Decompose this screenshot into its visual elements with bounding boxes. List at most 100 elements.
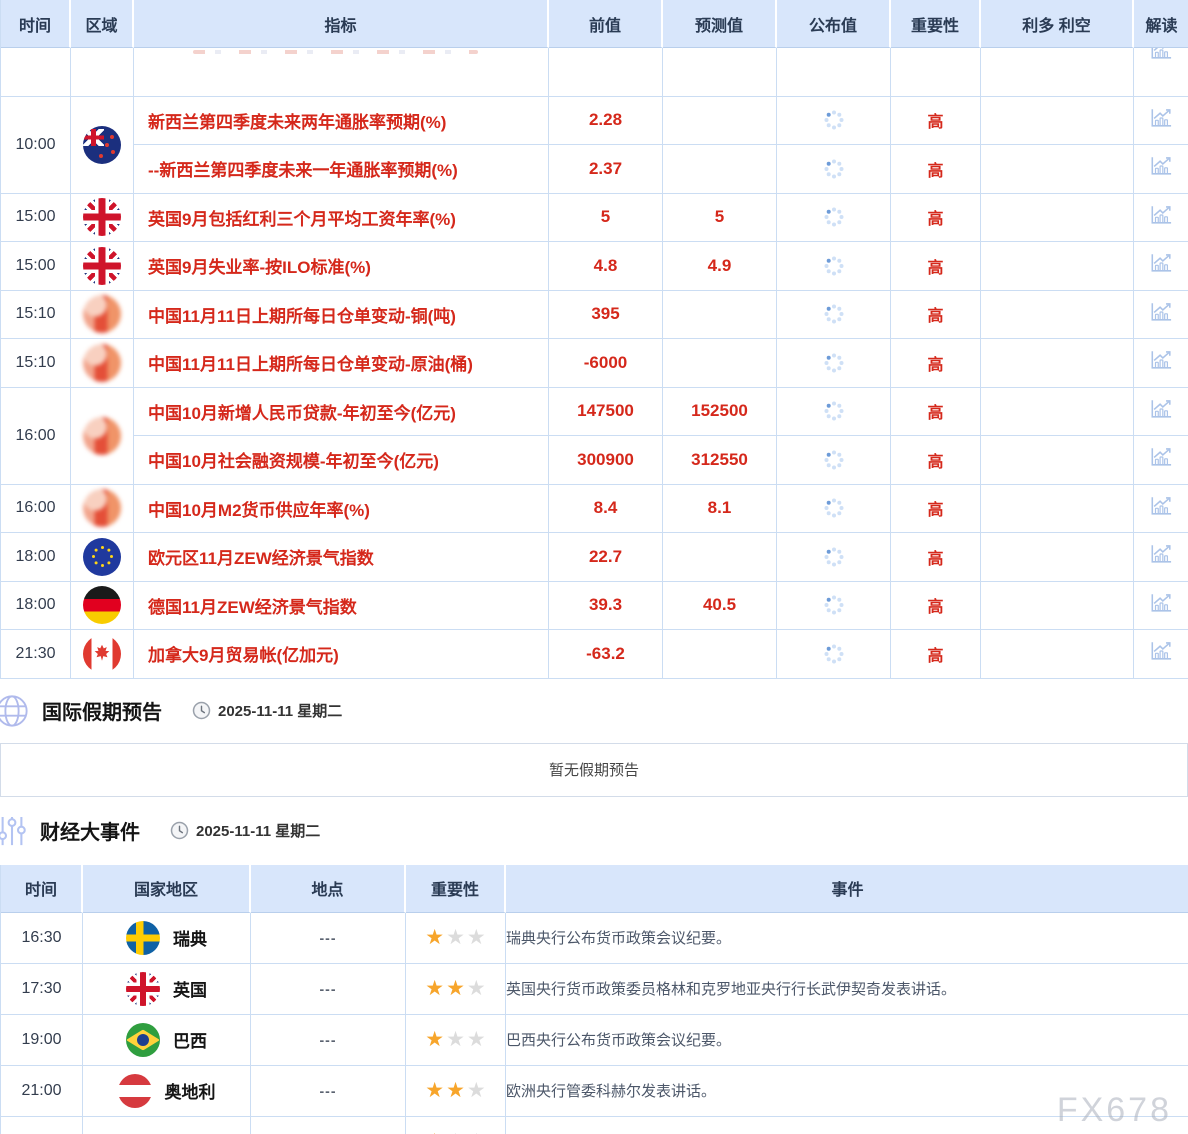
indicator-label[interactable]: 加拿大9月贸易帐(亿加元) xyxy=(148,646,339,665)
bull-bear-cell xyxy=(981,436,1134,485)
previous-value: 2.28 xyxy=(549,97,663,146)
importance-cell: 高 xyxy=(891,242,981,291)
indicator-label[interactable]: 中国11月11日上期所每日仓单变动-原油(桶) xyxy=(148,355,473,374)
star-icon: ★ xyxy=(467,1079,486,1102)
clock-icon xyxy=(192,701,211,720)
china-blurred-flag-icon xyxy=(83,295,121,333)
uk-flag-icon xyxy=(83,198,121,236)
country-name: 瑞典 xyxy=(173,925,207,950)
indicator-cell xyxy=(134,48,549,97)
loading-spinner-icon xyxy=(824,547,844,567)
bull-bear-cell xyxy=(981,533,1134,582)
empty-cell xyxy=(777,48,891,97)
interpretation-cell xyxy=(1134,339,1188,388)
new-zealand-flag-icon xyxy=(83,126,121,164)
indicator-cell: 加拿大9月贸易帐(亿加元) xyxy=(134,630,549,679)
clipped-text-remnant xyxy=(193,50,478,54)
indicator-label[interactable]: 英国9月失业率-按ILO标准(%) xyxy=(148,258,371,277)
published-value-cell xyxy=(777,194,891,243)
column-header-time: 时间 xyxy=(1,0,71,48)
interpretation-cell xyxy=(1134,242,1188,291)
loading-spinner-icon xyxy=(824,353,844,373)
importance-cell: 高 xyxy=(891,436,981,485)
calendar-row: 18:00 欧元区11月ZEW经济景气指数 22.7 高 xyxy=(1,533,1188,582)
bull-bear-cell xyxy=(981,145,1134,194)
interpretation-chart-icon[interactable] xyxy=(1148,592,1174,614)
importance-cell: 高 xyxy=(891,339,981,388)
interpretation-chart-icon[interactable] xyxy=(1148,107,1174,129)
published-value-cell xyxy=(777,339,891,388)
loading-spinner-icon xyxy=(824,256,844,276)
indicator-label[interactable]: 中国10月M2货币供应年率(%) xyxy=(148,501,370,520)
region-cell xyxy=(71,97,134,194)
interpretation-chart-icon[interactable] xyxy=(1148,349,1174,371)
events-section-header: 财经大事件 2025-11-11 星期二 xyxy=(0,797,1188,865)
loading-spinner-icon xyxy=(824,644,844,664)
forecast-value: 5 xyxy=(663,194,777,243)
country-name: 巴西 xyxy=(173,1027,207,1052)
region-cell xyxy=(71,533,134,582)
event-description: 瑞典央行公布货币政策会议纪要。 xyxy=(506,913,1188,964)
chart-icon[interactable] xyxy=(1148,48,1174,61)
star-icon: ★ xyxy=(467,1130,486,1134)
indicator-label[interactable]: 欧元区11月ZEW经济景气指数 xyxy=(148,549,374,568)
calendar-row: 15:00 英国9月失业率-按ILO标准(%) 4.8 4.9 高 xyxy=(1,242,1188,291)
indicator-label[interactable]: 中国10月社会融资规模-年初至今(亿元) xyxy=(148,452,439,471)
loading-spinner-icon xyxy=(824,110,844,130)
star-icon: ★ xyxy=(425,977,444,1000)
indicator-label[interactable]: 中国10月新增人民币贷款-年初至今(亿元) xyxy=(148,404,456,423)
indicator-label[interactable]: 中国11月11日上期所每日仓单变动-铜(吨) xyxy=(148,307,456,326)
loading-spinner-icon xyxy=(824,498,844,518)
interpretation-chart-icon[interactable] xyxy=(1148,640,1174,662)
interpretation-chart-icon[interactable] xyxy=(1148,204,1174,226)
column-header-indicator: 指标 xyxy=(134,0,549,48)
calendar-row: 15:10 中国11月11日上期所每日仓单变动-原油(桶) -6000 高 xyxy=(1,339,1188,388)
calendar-row: 18:00 德国11月ZEW经济景气指数 39.3 40.5 高 xyxy=(1,582,1188,631)
region-cell xyxy=(71,630,134,679)
holiday-section-title: 国际假期预告 xyxy=(42,696,162,725)
bull-bear-cell xyxy=(981,630,1134,679)
importance-cell: 高 xyxy=(891,291,981,340)
interpretation-chart-icon[interactable] xyxy=(1148,398,1174,420)
interpretation-chart-icon[interactable] xyxy=(1148,301,1174,323)
interpretation-chart-icon[interactable] xyxy=(1148,155,1174,177)
indicator-label[interactable]: 德国11月ZEW经济景气指数 xyxy=(148,598,357,617)
china-blurred-flag-icon xyxy=(83,344,121,382)
indicator-cell: --新西兰第四季度未来一年通胀率预期(%) xyxy=(134,145,549,194)
indicator-cell: 中国11月11日上期所每日仓单变动-铜(吨) xyxy=(134,291,549,340)
forecast-value xyxy=(663,291,777,340)
country-name: 奥地利 xyxy=(165,1078,216,1103)
column-header-forecast: 预测值 xyxy=(663,0,777,48)
fx678-watermark: FX678 xyxy=(1057,1091,1172,1130)
interpretation-chart-icon[interactable] xyxy=(1148,543,1174,565)
time-cell: 21:30 xyxy=(1,630,71,679)
column-header-location: 地点 xyxy=(251,865,406,913)
event-row: 22:30 挪威 --- ★★★ 挪威央行行长巴赫发表讲话。 xyxy=(1,1117,1188,1134)
time-cell: 19:00 xyxy=(1,1015,83,1066)
events-section-title: 财经大事件 xyxy=(40,816,140,845)
indicator-label[interactable]: 新西兰第四季度未来两年通胀率预期(%) xyxy=(148,113,446,132)
column-header-importance: 重要性 xyxy=(891,0,981,48)
column-header-previous: 前值 xyxy=(549,0,663,48)
star-icon: ★ xyxy=(446,1130,465,1134)
region-cell xyxy=(71,582,134,631)
column-header-bull-bear: 利多 利空 xyxy=(981,0,1134,48)
bull-bear-cell xyxy=(981,582,1134,631)
interpretation-cell xyxy=(1134,194,1188,243)
indicator-label[interactable]: --新西兰第四季度未来一年通胀率预期(%) xyxy=(148,161,458,180)
interpretation-chart-icon[interactable] xyxy=(1148,252,1174,274)
holiday-empty-notice: 暂无假期预告 xyxy=(0,743,1188,797)
calendar-row: 16:00 中国10月M2货币供应年率(%) 8.4 8.1 高 xyxy=(1,485,1188,534)
loading-spinner-icon xyxy=(824,450,844,470)
star-icon: ★ xyxy=(425,1130,444,1134)
indicator-label[interactable]: 英国9月包括红利三个月平均工资年率(%) xyxy=(148,210,456,229)
country-cell: 英国 xyxy=(83,964,251,1015)
forecast-value xyxy=(663,533,777,582)
interpretation-chart-icon[interactable] xyxy=(1148,446,1174,468)
interpretation-cell xyxy=(1134,533,1188,582)
indicator-cell: 中国10月M2货币供应年率(%) xyxy=(134,485,549,534)
events-header-row: 时间 国家地区 地点 重要性 事件 xyxy=(1,865,1188,913)
interpretation-chart-icon[interactable] xyxy=(1148,495,1174,517)
country-cell: 挪威 xyxy=(83,1117,251,1134)
interpretation-cell xyxy=(1134,630,1188,679)
